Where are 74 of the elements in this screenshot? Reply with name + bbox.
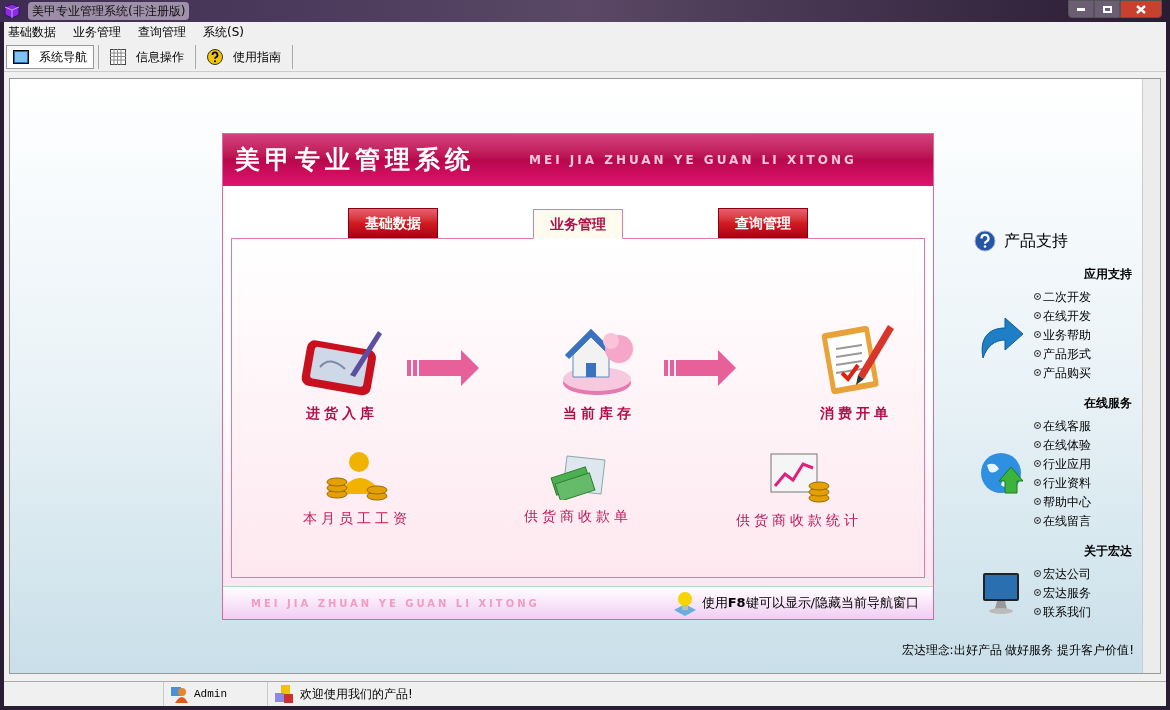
sidebar-heading: 关于宏达 xyxy=(1084,543,1132,560)
sidebar-link[interactable]: 帮助中心 xyxy=(1043,492,1091,511)
close-icon xyxy=(1136,4,1146,14)
panel-tab[interactable]: 业务管理 xyxy=(533,209,623,239)
menu-item[interactable]: 基础数据 xyxy=(8,23,56,41)
bullet-icon xyxy=(1034,312,1041,319)
maximize-button[interactable] xyxy=(1094,0,1120,18)
close-button[interactable] xyxy=(1120,0,1162,18)
status-user: Admin xyxy=(194,686,227,702)
right-arrow-icon xyxy=(664,350,736,386)
help-icon xyxy=(974,230,996,252)
bullet-icon xyxy=(1034,350,1041,357)
bullet-icon xyxy=(1034,369,1041,376)
panel-tab[interactable]: 基础数据 xyxy=(348,208,439,238)
sidebar-heading: 在线服务 xyxy=(1084,395,1132,412)
bullet-icon xyxy=(1034,498,1041,505)
right-arrow-icon xyxy=(407,350,479,386)
shortcut-label[interactable]: 本月员工工资 xyxy=(303,508,411,529)
shortcut-label[interactable]: 供货商收款统计 xyxy=(736,510,862,531)
sidebar-link[interactable]: 行业资料 xyxy=(1043,473,1091,492)
bullet-icon xyxy=(1034,479,1041,486)
bullet-icon xyxy=(1034,422,1041,429)
help-icon xyxy=(207,48,223,65)
user-icon xyxy=(170,685,188,703)
sidebar-link[interactable]: 行业应用 xyxy=(1043,454,1091,473)
sidebar-link[interactable]: 在线开发 xyxy=(1043,306,1091,325)
bullet-icon xyxy=(1034,589,1041,596)
panel-subtitle: MEI JIA ZHUAN YE GUAN LI XITONG xyxy=(529,152,857,169)
sidebar-heading: 应用支持 xyxy=(1084,266,1132,283)
menu-item[interactable]: 查询管理 xyxy=(138,23,186,41)
sidebar-title: 产品支持 xyxy=(1004,230,1068,252)
sidebar-link[interactable]: 产品形式 xyxy=(1043,344,1091,363)
blocks-icon xyxy=(274,684,294,704)
shortcut-label[interactable]: 供货商收款单 xyxy=(524,506,632,527)
f8-hint: 使用F8键可以显示/隐藏当前导航窗口 xyxy=(701,594,919,613)
chart-coins-icon xyxy=(767,450,831,504)
flow-step-label[interactable]: 当前库存 xyxy=(563,403,635,424)
sidebar-link[interactable]: 二次开发 xyxy=(1043,287,1091,306)
bullet-icon xyxy=(1034,293,1041,300)
sidebar-link[interactable]: 在线留言 xyxy=(1043,511,1091,530)
toolbar-button[interactable]: 使用指南 xyxy=(200,44,288,69)
sidebar-link[interactable]: 业务帮助 xyxy=(1043,325,1091,344)
menu-item[interactable]: 业务管理 xyxy=(73,23,121,41)
sidebar-link[interactable]: 联系我们 xyxy=(1043,602,1091,621)
window-icon xyxy=(13,49,29,64)
sidebar-link[interactable]: 在线客服 xyxy=(1043,416,1091,435)
sidebar-link[interactable]: 宏达公司 xyxy=(1043,564,1091,583)
toolbar-button[interactable]: 系统导航 xyxy=(6,44,94,69)
sidebar-link[interactable]: 在线体验 xyxy=(1043,435,1091,454)
flow-step-label[interactable]: 消费开单 xyxy=(820,403,892,424)
panel-tab[interactable]: 查询管理 xyxy=(717,208,808,238)
maximize-icon xyxy=(1102,5,1112,13)
bullet-icon xyxy=(1034,570,1041,577)
grid-icon xyxy=(110,48,126,65)
cube-icon xyxy=(4,3,20,19)
minimize-button[interactable] xyxy=(1068,0,1094,18)
status-message: 欢迎使用我们的产品! xyxy=(300,686,413,703)
panel-title: 美甲专业管理系统 xyxy=(235,144,475,177)
window-title: 美甲专业管理系统(非注册版) xyxy=(28,2,190,20)
menu-item[interactable]: 系统(S) xyxy=(203,23,244,41)
bullet-icon xyxy=(1034,441,1041,448)
minimize-icon xyxy=(1077,7,1085,11)
monitor-icon xyxy=(981,570,1021,615)
bullet-icon xyxy=(1034,331,1041,338)
person-coins-icon xyxy=(325,450,389,502)
bullet-icon xyxy=(1034,460,1041,467)
flow-step-label[interactable]: 进货入库 xyxy=(306,403,378,424)
slogan-text: 宏达理念:出好产品 做好服务 提升客户价值! xyxy=(901,642,1134,659)
footer-pinyin: MEI JIA ZHUAN YE GUAN LI XITONG xyxy=(251,596,540,611)
bullet-icon xyxy=(1034,608,1041,615)
bullet-icon xyxy=(1034,517,1041,524)
sidebar-link[interactable]: 宏达服务 xyxy=(1043,583,1091,602)
sidebar-link[interactable]: 产品购买 xyxy=(1043,363,1091,382)
toolbar-button[interactable]: 信息操作 xyxy=(103,44,191,69)
